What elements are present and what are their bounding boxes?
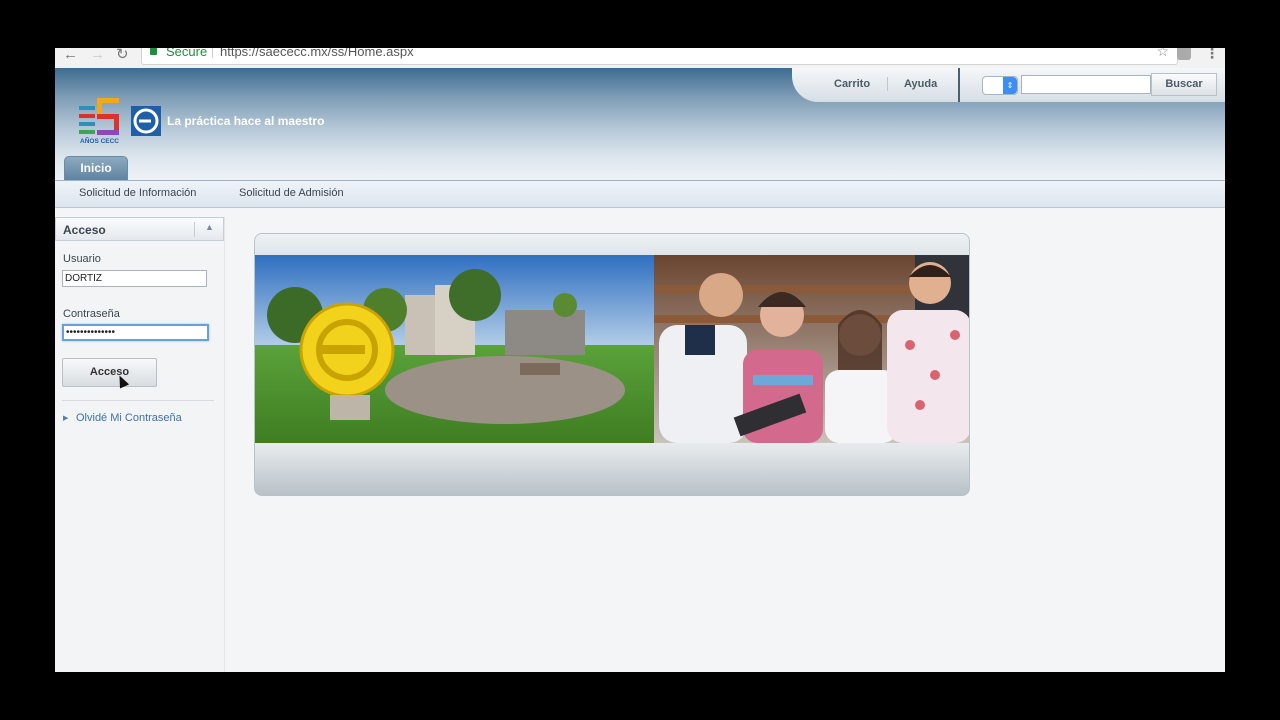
username-field[interactable]: DORTIZ bbox=[62, 270, 207, 287]
secondary-nav: Solicitud de Información Solicitud de Ad… bbox=[55, 180, 1225, 208]
login-button[interactable]: Acceso bbox=[62, 358, 157, 387]
forgot-password-link[interactable]: Olvidé Mi Contraseña bbox=[76, 412, 182, 424]
reload-icon[interactable]: ↻ bbox=[116, 48, 129, 65]
back-icon[interactable]: ← bbox=[63, 48, 78, 65]
panel-divider bbox=[62, 400, 214, 401]
bullet-arrow-icon: ▶ bbox=[63, 415, 69, 422]
url-separator bbox=[212, 48, 213, 58]
help-link[interactable]: Ayuda bbox=[904, 78, 937, 90]
cart-link[interactable]: Carrito bbox=[834, 78, 870, 90]
site-header: AÑOS CECC La práctica hace al maestro Ca… bbox=[55, 68, 1225, 180]
search-category-select[interactable]: ⇕ bbox=[982, 76, 1018, 95]
url-text[interactable]: https://saececc.mx/ss/Home.aspx bbox=[220, 48, 414, 59]
forward-icon[interactable]: → bbox=[90, 48, 105, 65]
bookmark-star-icon[interactable]: ☆ bbox=[1156, 48, 1169, 60]
password-field[interactable]: •••••••••••••• bbox=[62, 324, 209, 341]
password-label: Contraseña bbox=[63, 308, 120, 320]
select-arrows-icon: ⇕ bbox=[1003, 77, 1017, 94]
topbar-divider bbox=[958, 68, 960, 102]
lock-icon bbox=[150, 48, 157, 55]
panel-header-separator bbox=[194, 222, 195, 237]
nav-solicitud-admision[interactable]: Solicitud de Admisión bbox=[239, 187, 344, 199]
search-button[interactable]: Buscar bbox=[1151, 73, 1217, 96]
secure-label: Secure bbox=[166, 48, 208, 59]
search-input[interactable] bbox=[1021, 75, 1151, 94]
username-label: Usuario bbox=[63, 253, 101, 265]
nav-solicitud-informacion[interactable]: Solicitud de Información bbox=[79, 187, 196, 199]
toplink-separator bbox=[887, 77, 888, 91]
site-tagline: La práctica hace al maestro bbox=[167, 114, 325, 128]
cecc-25-years-logo[interactable]: AÑOS CECC bbox=[77, 98, 161, 144]
tab-inicio[interactable]: Inicio bbox=[64, 156, 128, 180]
home-banner bbox=[254, 233, 970, 496]
browser-menu-icon[interactable]: ⋮ bbox=[1205, 48, 1219, 62]
extension-icon[interactable] bbox=[1177, 48, 1191, 60]
browser-toolbar: ← → ↻ Secure https://saececc.mx/ss/Home.… bbox=[55, 48, 1225, 68]
address-bar[interactable]: Secure https://saececc.mx/ss/Home.aspx ☆ bbox=[141, 48, 1178, 65]
collapse-icon[interactable]: ▲ bbox=[205, 222, 214, 232]
browser-viewport: ← → ↻ Secure https://saececc.mx/ss/Home.… bbox=[55, 48, 1225, 672]
login-panel-title: Acceso bbox=[63, 223, 106, 237]
banner-photo bbox=[255, 255, 969, 443]
svg-text:AÑOS CECC: AÑOS CECC bbox=[80, 136, 119, 144]
login-panel: Acceso ▲ Usuario DORTIZ Contraseña •••••… bbox=[55, 217, 225, 672]
login-panel-header: Acceso ▲ bbox=[55, 217, 224, 241]
top-utility-bar: Carrito Ayuda ⇕ Buscar bbox=[792, 68, 1225, 102]
